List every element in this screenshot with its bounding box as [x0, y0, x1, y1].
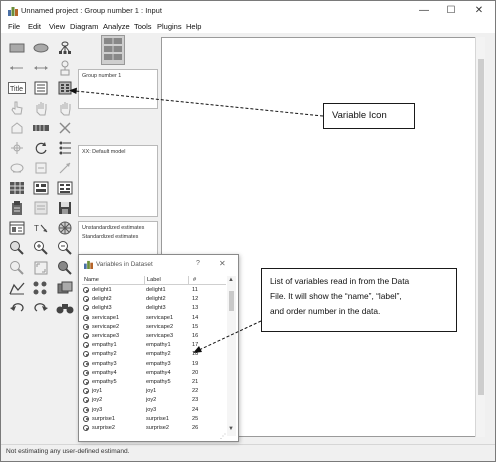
- variable-list-pointer-arrow: [193, 320, 262, 353]
- variable-icon-pointer-arrow: [69, 87, 324, 117]
- annotation-arrows: [69, 87, 324, 353]
- app-window: Unnamed project : Group number 1 : Input…: [0, 0, 496, 462]
